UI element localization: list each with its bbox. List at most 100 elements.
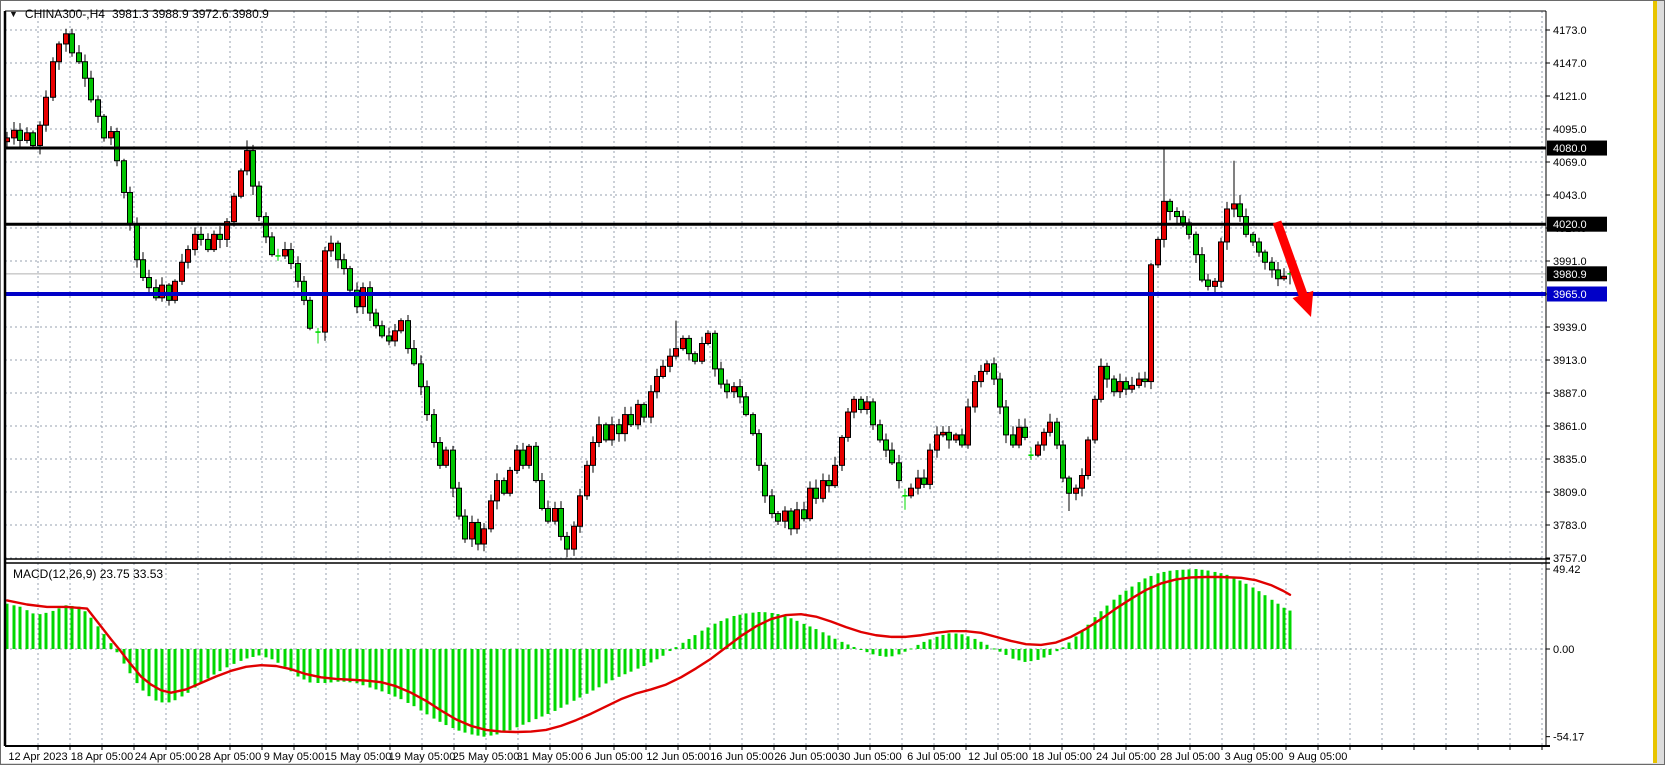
macd-histogram-bar <box>879 649 882 656</box>
macd-histogram-bar <box>784 616 787 649</box>
macd-histogram-bar <box>252 649 255 657</box>
time-axis-label: 18 Apr 05:00 <box>71 751 133 763</box>
candle-body <box>1181 217 1186 223</box>
window-splitter[interactable] <box>1653 1 1657 765</box>
macd-histogram-bar <box>554 649 557 711</box>
macd-histogram-bar <box>522 649 525 725</box>
price-tick-label: 4095.0 <box>1553 124 1587 136</box>
candle-body <box>871 402 876 425</box>
candle-body <box>115 132 120 161</box>
macd-histogram-bar <box>974 639 977 649</box>
price-badge-label: 4020.0 <box>1553 219 1587 231</box>
macd-histogram-bar <box>611 649 614 680</box>
price-badge[interactable]: 3965.0 <box>1547 287 1607 302</box>
candle-body <box>64 34 69 44</box>
macd-histogram-bar <box>1068 643 1071 649</box>
macd-histogram-bar <box>967 636 970 649</box>
macd-histogram-bar <box>904 649 907 652</box>
macd-histogram-bar <box>834 639 837 649</box>
macd-histogram-bar <box>1012 649 1015 659</box>
macd-histogram-bar <box>847 644 850 649</box>
macd-histogram-bar <box>809 626 812 649</box>
price-badge[interactable]: 4080.0 <box>1547 141 1607 156</box>
time-axis-label: 12 Apr 2023 <box>8 751 67 763</box>
macd-histogram-bar <box>528 649 531 722</box>
candle-body <box>935 435 940 450</box>
candle-body <box>1124 382 1129 390</box>
candle-body <box>636 404 641 424</box>
price-tick-label: 3835.0 <box>1553 454 1587 466</box>
candle-body <box>457 488 462 516</box>
macd-histogram-bar <box>187 649 190 693</box>
candle-body <box>846 412 851 437</box>
macd-histogram-bar <box>860 649 863 650</box>
candle-body <box>852 399 857 412</box>
price-axis[interactable]: 4173.04147.04121.04095.04069.04043.04017… <box>1546 25 1607 744</box>
candle-body <box>89 78 94 100</box>
macd-histogram-bar <box>872 649 875 654</box>
candle-body <box>348 269 353 291</box>
candle-body <box>693 354 698 362</box>
candle-body <box>1194 234 1199 254</box>
candle-body <box>323 251 328 332</box>
price-badge[interactable]: 3980.9 <box>1547 266 1607 281</box>
macd-histogram-bar <box>573 649 576 701</box>
macd-histogram-bar <box>643 649 646 666</box>
candle-body <box>476 522 481 544</box>
macd-histogram-bar <box>948 633 951 649</box>
candle-body <box>1055 422 1060 445</box>
candle-body <box>232 196 237 221</box>
candle-body <box>546 509 551 522</box>
macd-histogram-bar <box>477 649 480 736</box>
macd-histogram-bar <box>999 649 1002 652</box>
macd-histogram-bar <box>1188 569 1191 649</box>
macd-histogram-bar <box>1252 588 1255 649</box>
macd-histogram-bar <box>566 649 569 705</box>
macd-histogram-bar <box>669 649 672 651</box>
macd-tick-label: 0.00 <box>1553 644 1574 656</box>
candle-body <box>642 404 647 417</box>
time-axis-label: 16 Jun 05:00 <box>710 751 774 763</box>
candle-body <box>674 349 679 357</box>
candle-body <box>393 331 398 341</box>
candle-body <box>1061 445 1066 478</box>
price-badge-label: 3980.9 <box>1553 269 1587 281</box>
time-axis-label: 12 Jul 05:00 <box>968 751 1028 763</box>
macd-histogram-bar <box>337 649 340 682</box>
macd-histogram-bar <box>841 642 844 649</box>
candle-body <box>193 234 198 249</box>
time-axis-label: 12 Jun 05:00 <box>646 751 710 763</box>
macd-histogram-bar <box>828 636 831 649</box>
candle-body <box>553 509 558 522</box>
candle-body <box>681 338 686 348</box>
macd-tick-label: -54.17 <box>1553 732 1584 744</box>
candle-body <box>617 425 622 434</box>
macd-histogram-bar <box>258 649 261 655</box>
macd-histogram-bar <box>13 605 16 649</box>
candle-body <box>342 260 347 269</box>
symbol-dropdown-icon[interactable]: ▼ <box>9 9 18 19</box>
macd-tick-label: 49.42 <box>1553 564 1581 576</box>
candle-body <box>147 278 152 288</box>
candle-body <box>1099 366 1104 399</box>
macd-histogram-bar <box>720 621 723 649</box>
macd-histogram-bar <box>1005 649 1008 655</box>
candle-body <box>212 234 217 249</box>
time-axis[interactable]: 12 Apr 202318 Apr 05:0024 Apr 05:0028 Ap… <box>8 746 1542 763</box>
macd-histogram-bar <box>200 649 203 683</box>
trend-arrow-annotation[interactable] <box>1277 222 1313 317</box>
time-axis-label: 28 Apr 05:00 <box>199 751 261 763</box>
candle-body <box>1200 255 1205 280</box>
candle-body <box>985 364 990 372</box>
macd-histogram-bar <box>1283 608 1286 649</box>
macd-histogram-bar <box>509 649 512 730</box>
macd-histogram-bar <box>650 649 653 662</box>
macd-histogram-bar <box>103 634 106 649</box>
candle-body <box>954 435 959 440</box>
macd-histogram-bar <box>1075 636 1078 649</box>
candle-body <box>51 62 56 98</box>
candle-body <box>102 116 107 138</box>
candle-body <box>795 510 800 529</box>
price-badge[interactable]: 4020.0 <box>1547 217 1607 232</box>
time-axis-label: 30 Jun 05:00 <box>838 751 902 763</box>
